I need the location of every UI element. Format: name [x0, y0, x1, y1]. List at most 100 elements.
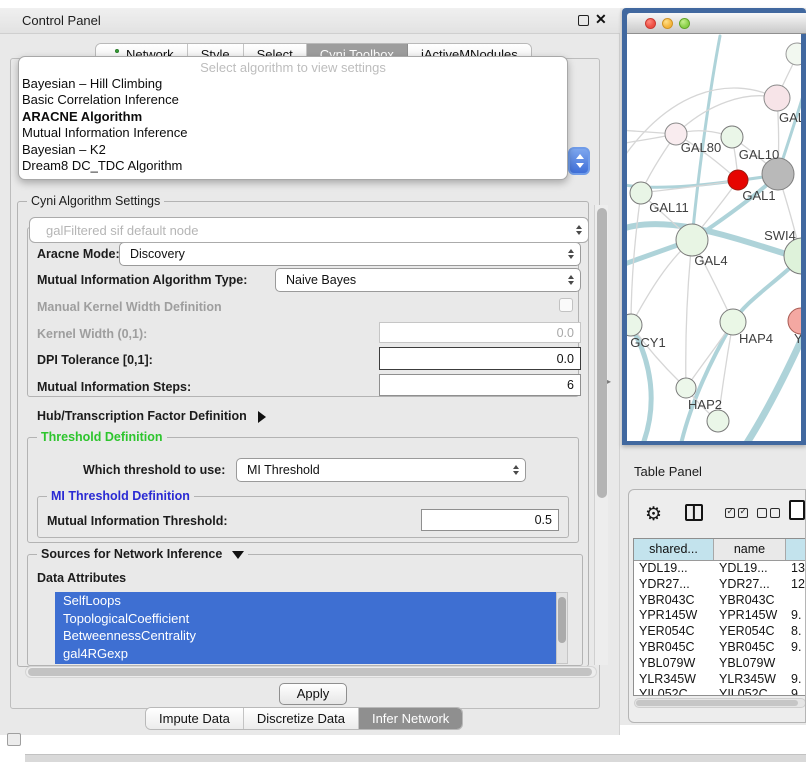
table-cell: YIL052C: [634, 687, 714, 696]
mi-type-combo[interactable]: Naive Bayes: [275, 268, 581, 292]
float-window-icon[interactable]: [578, 15, 589, 26]
attribute-item-topologicalcoefficient[interactable]: TopologicalCoefficient: [55, 610, 556, 628]
table-cell: YLR345W: [634, 672, 714, 688]
table-cell: 9: [786, 687, 806, 696]
network-canvas[interactable]: GALGAL80GAL10GAL1GAL11SWI4GAL4GCY1HAP4YH…: [627, 34, 801, 441]
table-cell: 9.: [786, 672, 806, 688]
data-attributes-list[interactable]: SelfLoopsTopologicalCoefficientBetweenne…: [55, 592, 556, 664]
sources-title-label: Sources for Network Inference: [41, 547, 222, 561]
table-cell: YPR145W: [634, 608, 714, 624]
table-row[interactable]: YIL052CYIL052C9: [634, 687, 806, 696]
column-header-name[interactable]: name: [714, 539, 786, 560]
table-row[interactable]: YPR145WYPR145W9.: [634, 608, 806, 624]
node-gal4[interactable]: [676, 224, 708, 256]
deselect-all-columns-icon[interactable]: [757, 508, 780, 518]
settings-vertical-scrollbar[interactable]: [594, 205, 608, 665]
table-cell: [786, 656, 806, 672]
network-edge[interactable]: [686, 240, 692, 388]
node-bottom[interactable]: [707, 410, 729, 432]
table-cell: YBR045C: [714, 640, 786, 656]
node-gray[interactable]: [762, 158, 794, 190]
table-row[interactable]: YBR045CYBR045C9.: [634, 640, 806, 656]
table-row[interactable]: YLR345WYLR345W9.: [634, 672, 806, 688]
which-threshold-value: MI Threshold: [247, 463, 320, 477]
menu-item-dream8-dc-tdc-algorithm[interactable]: Dream8 DC_TDC Algorithm: [19, 158, 567, 174]
menu-item-bayesian-k2[interactable]: Bayesian – K2: [19, 142, 567, 158]
menu-item-aracne-algorithm[interactable]: ARACNE Algorithm: [19, 109, 567, 125]
attribute-item-selfloops[interactable]: SelfLoops: [55, 592, 556, 610]
dpi-tolerance-label: DPI Tolerance [0,1]:: [37, 353, 153, 367]
mi-steps-value: 6: [567, 378, 574, 392]
new-table-icon[interactable]: [789, 500, 805, 520]
table-cell: YDL19...: [634, 561, 714, 577]
table-row[interactable]: YBL079WYBL079W: [634, 656, 806, 672]
menu-item-mutual-information-inference[interactable]: Mutual Information Inference: [19, 125, 567, 141]
gear-icon[interactable]: ⚙: [645, 503, 662, 526]
column-header-shared[interactable]: shared...: [634, 539, 714, 560]
table-row[interactable]: YER054CYER054C8.: [634, 624, 806, 640]
network-edge[interactable]: [745, 332, 801, 441]
aracne-mode-combo[interactable]: Discovery: [119, 242, 581, 266]
hub-definition-toggle[interactable]: Hub/Transcription Factor Definition: [37, 409, 266, 423]
bottom-panel-edge: [25, 754, 806, 762]
node-gal10[interactable]: [721, 126, 743, 148]
node-label-hap2: HAP2: [688, 397, 722, 412]
table-horizontal-scrollbar[interactable]: [634, 698, 806, 708]
network-window-titlebar[interactable]: [627, 13, 806, 34]
table-row[interactable]: YDR27...YDR27...12: [634, 577, 806, 593]
mi-threshold-field[interactable]: 0.5: [421, 509, 559, 531]
table-header-row: shared...name: [634, 539, 806, 561]
kernel-width-field[interactable]: 0.0: [379, 322, 581, 343]
sources-title[interactable]: Sources for Network Inference: [37, 547, 248, 561]
table-cell: YBR043C: [634, 593, 714, 609]
table-cell: YDR27...: [634, 577, 714, 593]
close-icon[interactable]: ✕: [595, 11, 607, 28]
aracne-mode-value: Discovery: [130, 247, 185, 261]
node-label-gal4: GAL4: [694, 253, 727, 268]
algorithm-combo-spinner[interactable]: [568, 147, 590, 175]
select-all-columns-icon[interactable]: [725, 508, 748, 518]
network-selector-combo[interactable]: galFiltered sif default node: [29, 217, 589, 243]
chevron-right-icon: [258, 411, 266, 423]
collapsed-panel-icon[interactable]: [7, 733, 21, 746]
which-threshold-combo[interactable]: MI Threshold: [236, 458, 526, 482]
mi-steps-label: Mutual Information Steps:: [37, 380, 191, 394]
node-hap2[interactable]: [676, 378, 696, 398]
spinner-icon: [568, 275, 574, 285]
minimize-traffic-light[interactable]: [662, 18, 673, 29]
table-row[interactable]: YDL19...YDL19...13: [634, 561, 806, 577]
dpi-tolerance-field[interactable]: 0.0: [379, 347, 581, 370]
hub-definition-label: Hub/Transcription Factor Definition: [37, 409, 247, 423]
threshold-definition-title: Threshold Definition: [37, 430, 167, 444]
node-top-edge[interactable]: [786, 43, 801, 65]
columns-icon[interactable]: [685, 504, 703, 521]
settings-horizontal-scrollbar[interactable]: [25, 666, 597, 678]
node-gcy1[interactable]: [627, 314, 642, 336]
attribute-item-betweennesscentrality[interactable]: BetweennessCentrality: [55, 627, 556, 645]
zoom-traffic-light[interactable]: [679, 18, 690, 29]
node-gal1[interactable]: [728, 170, 748, 190]
tab-discretize-data[interactable]: Discretize Data: [244, 708, 359, 729]
splitter-handle[interactable]: [607, 371, 615, 381]
mi-threshold-value: 0.5: [535, 513, 552, 527]
node-table: shared...name YDL19...YDL19...13YDR27...…: [633, 538, 806, 696]
column-header-3[interactable]: [786, 539, 806, 560]
attributes-scrollbar[interactable]: [556, 592, 568, 664]
table-cell: 12: [786, 577, 806, 593]
tab-impute-data[interactable]: Impute Data: [146, 708, 244, 729]
close-traffic-light[interactable]: [645, 18, 656, 29]
apply-button[interactable]: Apply: [279, 683, 347, 705]
menu-item-bayesian-hill-climbing[interactable]: Bayesian – Hill Climbing: [19, 76, 567, 92]
menu-item-basic-correlation-inference[interactable]: Basic Correlation Inference: [19, 92, 567, 108]
node-label-gal1: GAL1: [742, 188, 775, 203]
which-threshold-label: Which threshold to use:: [83, 463, 225, 477]
mi-type-label: Mutual Information Algorithm Type:: [37, 273, 247, 287]
node-top-right[interactable]: [764, 85, 790, 111]
tab-infer-network[interactable]: Infer Network: [359, 708, 462, 729]
mi-steps-field[interactable]: 6: [379, 374, 581, 396]
table-row[interactable]: YBR043CYBR043C: [634, 593, 806, 609]
table-cell: YPR145W: [714, 608, 786, 624]
attribute-item-gal4rgexp[interactable]: gal4RGexp: [55, 645, 556, 663]
manual-kernel-checkbox[interactable]: [559, 298, 573, 312]
settings-group-title: Cyni Algorithm Settings: [27, 194, 164, 208]
